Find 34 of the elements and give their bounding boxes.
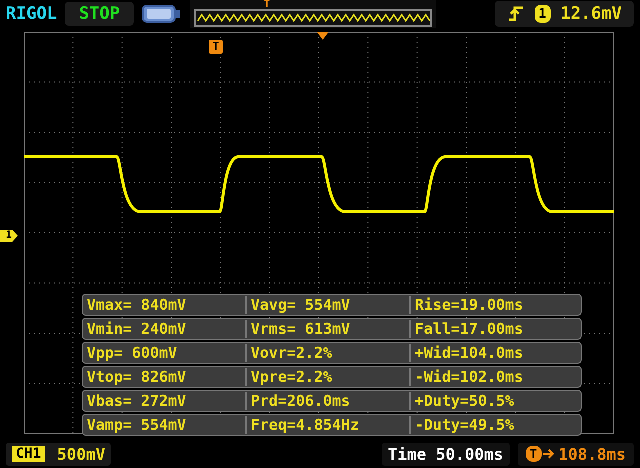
measurement-value: -Wid=102.0ms: [409, 368, 581, 386]
measurement-value: Vmin= 240mV: [86, 320, 188, 338]
measurement-value: Prd=206.0ms: [245, 392, 409, 410]
measurement-value: -Duty=49.5%: [409, 416, 581, 434]
measurement-value: +Duty=50.5%: [409, 392, 581, 410]
channel-label[interactable]: CH1: [12, 446, 46, 462]
measurement-value: Vbas= 272mV: [86, 392, 188, 410]
trigger-level: 12.6mV: [560, 4, 622, 24]
measurement-value: Vamp= 554mV: [86, 416, 188, 434]
rising-edge-icon: [506, 5, 525, 23]
measurement-value: Vpre=2.2%: [245, 368, 409, 386]
measurement-value: Vavg= 554mV: [245, 296, 409, 314]
measurement-value: Vovr=2.2%: [245, 344, 409, 362]
trigger-marker[interactable]: T: [209, 40, 223, 54]
trigger-offset: 108.8ms: [558, 444, 626, 464]
measurement-value: Rise=19.00ms: [409, 296, 581, 314]
timebase: Time 50.00ms: [382, 442, 510, 466]
measurement-value: +Wid=104.0ms: [409, 344, 581, 362]
measurement-value: Vrms= 613mV: [245, 320, 409, 338]
arrow-icon: [542, 448, 555, 460]
channel-marker[interactable]: 1: [0, 230, 18, 242]
battery-icon: [142, 4, 182, 24]
measurement-value: Vmax= 840mV: [86, 296, 188, 314]
vertical-scale: 500mV: [57, 444, 106, 464]
trigger-position-mark: T: [264, 0, 270, 10]
measurement-value: Vtop= 826mV: [86, 368, 188, 386]
measurement-value: Vpp= 600mV: [86, 344, 178, 362]
trigger-offset-mark: T: [526, 446, 542, 462]
measurement-value: Fall=17.00ms: [409, 320, 581, 338]
trigger-arrow-icon[interactable]: [317, 32, 329, 40]
brand-logo: RIGOL: [6, 4, 58, 24]
run-state[interactable]: STOP: [65, 2, 134, 26]
measurement-value: Freq=4.854Hz: [245, 416, 409, 434]
channel-badge: 1: [534, 5, 551, 23]
